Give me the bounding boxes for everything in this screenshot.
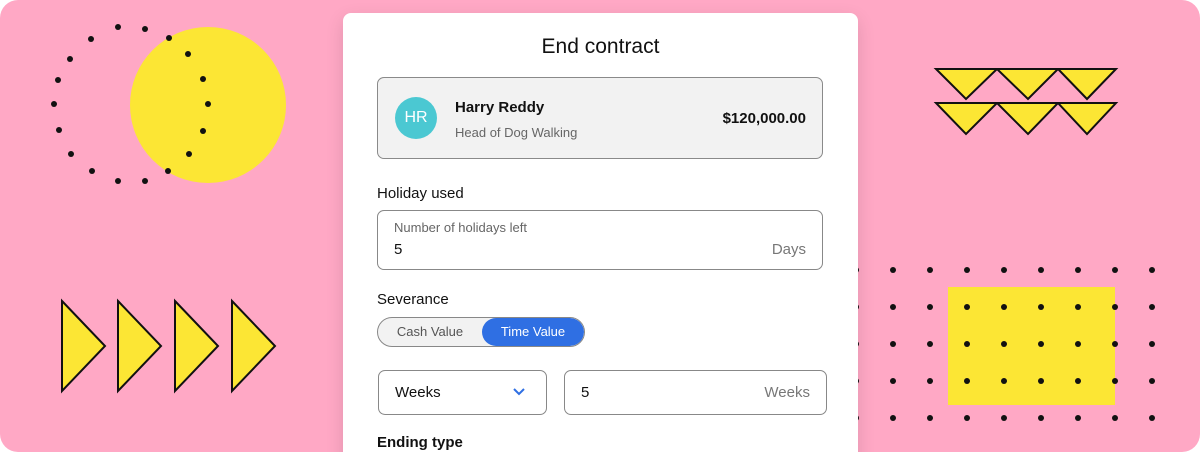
decor-dot [1038, 378, 1044, 384]
period-unit: Weeks [764, 384, 810, 401]
decor-dot [1112, 341, 1118, 347]
decor-yellow-square [948, 287, 1115, 405]
decor-dot [1112, 378, 1118, 384]
decor-dot [67, 56, 73, 62]
holidays-unit: Days [771, 241, 806, 258]
decor-dot [88, 36, 94, 42]
decor-dot [115, 24, 121, 30]
employee-salary: $120,000.00 [722, 110, 806, 127]
decor-dot [55, 77, 61, 83]
decor-dot [166, 35, 172, 41]
decor-dot [205, 101, 211, 107]
period-value-input[interactable]: 5 Weeks [564, 370, 827, 415]
holidays-field-caption: Number of holidays left [394, 220, 527, 235]
decor-dot [1149, 378, 1155, 384]
decor-dot [927, 378, 933, 384]
decor-dot [890, 378, 896, 384]
decor-dot [1112, 267, 1118, 273]
time-value-option[interactable]: Time Value [482, 318, 584, 346]
decor-dot [165, 168, 171, 174]
decor-dot [68, 151, 74, 157]
decor-dot [1001, 415, 1007, 421]
decor-dot [964, 267, 970, 273]
decor-dot [115, 178, 121, 184]
severance-type-toggle: Cash Value Time Value [377, 317, 585, 347]
period-select-value: Weeks [395, 384, 441, 401]
decor-dot [1038, 267, 1044, 273]
decor-dot [1001, 378, 1007, 384]
decor-dot [1112, 415, 1118, 421]
holiday-section-label: Holiday used [377, 185, 464, 202]
decor-dot [89, 168, 95, 174]
decor-dot [927, 267, 933, 273]
decor-dot [1001, 304, 1007, 310]
decor-dot [927, 415, 933, 421]
decor-dot [142, 178, 148, 184]
holidays-left-field[interactable]: Number of holidays left 5 Days [377, 210, 823, 270]
decor-dot [964, 378, 970, 384]
decor-dot [1112, 304, 1118, 310]
decor-dot [186, 151, 192, 157]
decor-dot [1149, 267, 1155, 273]
decor-zigzag-triangles [933, 68, 1119, 136]
decor-dot [51, 101, 57, 107]
decor-dot [1075, 415, 1081, 421]
decor-dot [890, 267, 896, 273]
period-value: 5 [581, 384, 590, 401]
severance-section-label: Severance [377, 291, 449, 308]
decor-dot [200, 128, 206, 134]
decor-dot [200, 76, 206, 82]
decor-dot [964, 341, 970, 347]
holidays-value: 5 [394, 241, 403, 258]
decor-dot [1075, 341, 1081, 347]
decor-dot [1038, 304, 1044, 310]
modal-title: End contract [541, 35, 660, 58]
end-contract-modal: End contract HR Harry Reddy Head of Dog … [343, 13, 858, 452]
decor-dot [927, 341, 933, 347]
decor-dot [1149, 415, 1155, 421]
decor-arrow-triangles [61, 298, 277, 394]
decor-dot [1149, 341, 1155, 347]
decor-dot [964, 304, 970, 310]
background-canvas: End contract HR Harry Reddy Head of Dog … [0, 0, 1200, 452]
cash-value-option[interactable]: Cash Value [378, 318, 482, 346]
decor-dot [890, 304, 896, 310]
decor-dot [1075, 267, 1081, 273]
decor-dot [185, 51, 191, 57]
decor-dot [1001, 267, 1007, 273]
decor-dot [142, 26, 148, 32]
period-select[interactable]: Weeks [378, 370, 547, 415]
ending-type-section-label: Ending type [377, 434, 463, 451]
employee-name: Harry Reddy [455, 99, 545, 116]
decor-dot [1075, 378, 1081, 384]
decor-dot [1149, 304, 1155, 310]
decor-dot [964, 415, 970, 421]
employee-card: HR Harry Reddy Head of Dog Walking $120,… [377, 77, 823, 159]
decor-dot [927, 304, 933, 310]
decor-dot [890, 341, 896, 347]
decor-dot [890, 415, 896, 421]
decor-dot [56, 127, 62, 133]
avatar: HR [395, 97, 437, 139]
decor-dot [1001, 341, 1007, 347]
decor-dot [1075, 304, 1081, 310]
chevron-down-icon [513, 388, 525, 396]
decor-dot [1038, 415, 1044, 421]
decor-dot [1038, 341, 1044, 347]
employee-role: Head of Dog Walking [455, 125, 578, 140]
